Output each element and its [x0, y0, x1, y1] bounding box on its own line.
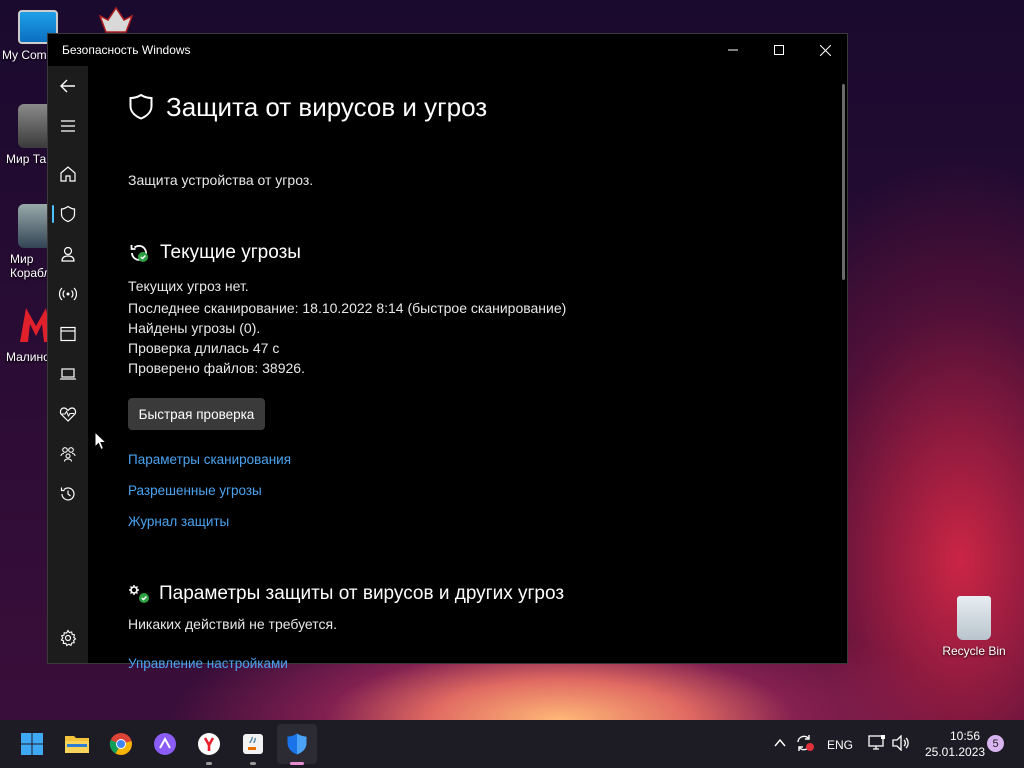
family-icon — [60, 447, 76, 462]
taskbar-chrome[interactable] — [105, 728, 137, 760]
page-heading-row: Защита от вирусов и угроз — [128, 88, 728, 128]
menu-button[interactable] — [48, 106, 88, 146]
maximize-button[interactable] — [756, 34, 802, 66]
scan-options-link[interactable]: Параметры сканирования — [128, 452, 291, 467]
heart-pulse-icon — [59, 407, 77, 422]
person-icon — [61, 246, 75, 262]
settings-status-text: Никаких действий не требуется. — [128, 616, 337, 632]
last-scan-line: Последнее сканирование: 18.10.2022 8:14 … — [128, 300, 567, 316]
taskbar: ENG 10:56 25.01.2023 5 — [0, 720, 1024, 768]
show-hidden-icons-button[interactable] — [773, 736, 787, 753]
nav-virus-protection[interactable] — [48, 194, 88, 234]
home-icon — [60, 166, 76, 182]
protection-history-link[interactable]: Журнал защиты — [128, 514, 229, 529]
start-button[interactable] — [16, 728, 48, 760]
nav-account-protection[interactable] — [48, 234, 88, 274]
wireless-icon — [59, 287, 77, 301]
volume-button[interactable] — [892, 734, 910, 754]
window-title: Безопасность Windows — [62, 43, 191, 57]
back-arrow-icon — [60, 79, 75, 93]
clock-date[interactable]: 25.01.2023 — [925, 745, 985, 759]
minimize-icon — [728, 49, 738, 51]
history-icon — [60, 487, 75, 501]
shield-icon — [60, 205, 76, 223]
nav-home[interactable] — [48, 154, 88, 194]
taskbar-alice[interactable] — [149, 728, 181, 760]
notification-badge[interactable]: 5 — [987, 735, 1004, 752]
windows-logo-icon — [21, 733, 43, 755]
speaker-icon — [892, 734, 909, 752]
running-indicator — [206, 762, 212, 765]
taskbar-windows-security[interactable] — [281, 728, 313, 760]
recycle-bin-icon — [957, 596, 991, 640]
settings-gears-icon — [129, 585, 149, 603]
minimize-button[interactable] — [710, 34, 756, 66]
yandex-browser-icon — [198, 733, 220, 755]
folder-icon — [65, 736, 89, 753]
sync-alert-icon — [797, 735, 814, 751]
shield-icon — [129, 93, 153, 120]
nav-app-browser-control[interactable] — [48, 314, 88, 354]
back-button[interactable] — [48, 66, 88, 106]
hamburger-icon — [61, 120, 75, 132]
files-scanned-line: Проверено файлов: 38926. — [128, 360, 305, 376]
protection-settings-heading: Параметры защиты от вирусов и других угр… — [159, 583, 565, 604]
language-indicator[interactable]: ENG — [827, 738, 853, 752]
desktop-icon-recycle-bin[interactable]: Recycle Bin — [938, 596, 1010, 658]
active-indicator — [290, 762, 304, 765]
threats-status-line: Текущих угроз нет. — [128, 278, 249, 294]
laptop-icon — [60, 368, 76, 380]
vertical-scrollbar[interactable] — [842, 84, 845, 280]
page-subtitle: Защита устройства от угроз. — [128, 172, 314, 188]
selection-indicator — [52, 205, 54, 223]
desktop-icon-label: Recycle Bin — [942, 644, 1006, 658]
alice-assistant-icon — [154, 733, 176, 755]
java-icon — [243, 734, 263, 754]
nav-family-options[interactable] — [48, 434, 88, 474]
chevron-up-icon — [774, 738, 786, 747]
navigation-rail — [48, 66, 88, 663]
sync-status-button[interactable] — [795, 734, 815, 755]
current-threats-heading: Текущие угрозы — [160, 242, 301, 263]
allowed-threats-link[interactable]: Разрешенные угрозы — [128, 483, 262, 498]
game-logo-icon[interactable] — [94, 6, 138, 34]
chrome-icon — [109, 733, 132, 755]
nav-firewall-network[interactable] — [48, 274, 88, 314]
title-bar[interactable]: Безопасность Windows — [48, 34, 847, 66]
nav-device-security[interactable] — [48, 354, 88, 394]
mouse-cursor-icon — [94, 431, 108, 451]
nav-device-performance[interactable] — [48, 394, 88, 434]
running-indicator — [250, 762, 256, 765]
nav-settings[interactable] — [48, 618, 88, 658]
threats-found-line: Найдены угрозы (0). — [128, 320, 261, 336]
scan-duration-line: Проверка длилась 47 с — [128, 340, 280, 356]
browser-window-icon — [60, 326, 76, 342]
network-button[interactable] — [868, 735, 886, 754]
quick-scan-button[interactable]: Быстрая проверка — [128, 398, 265, 430]
gear-icon — [60, 629, 77, 647]
maximize-icon — [774, 45, 784, 55]
taskbar-java[interactable] — [237, 728, 269, 760]
scan-refresh-icon — [130, 244, 148, 262]
page-title: Защита от вирусов и угроз — [166, 92, 488, 122]
taskbar-file-explorer[interactable] — [61, 728, 93, 760]
ethernet-monitor-icon — [868, 735, 885, 750]
windows-security-window: Безопасность Windows Защита от вирусов и… — [47, 33, 848, 671]
nav-protection-history[interactable] — [48, 474, 88, 514]
close-button[interactable] — [802, 34, 848, 66]
manage-settings-link[interactable]: Управление настройками — [128, 656, 288, 671]
shield-icon — [287, 733, 307, 755]
clock-time[interactable]: 10:56 — [950, 729, 980, 743]
close-icon — [819, 44, 831, 56]
taskbar-yandex-browser[interactable] — [193, 728, 225, 760]
